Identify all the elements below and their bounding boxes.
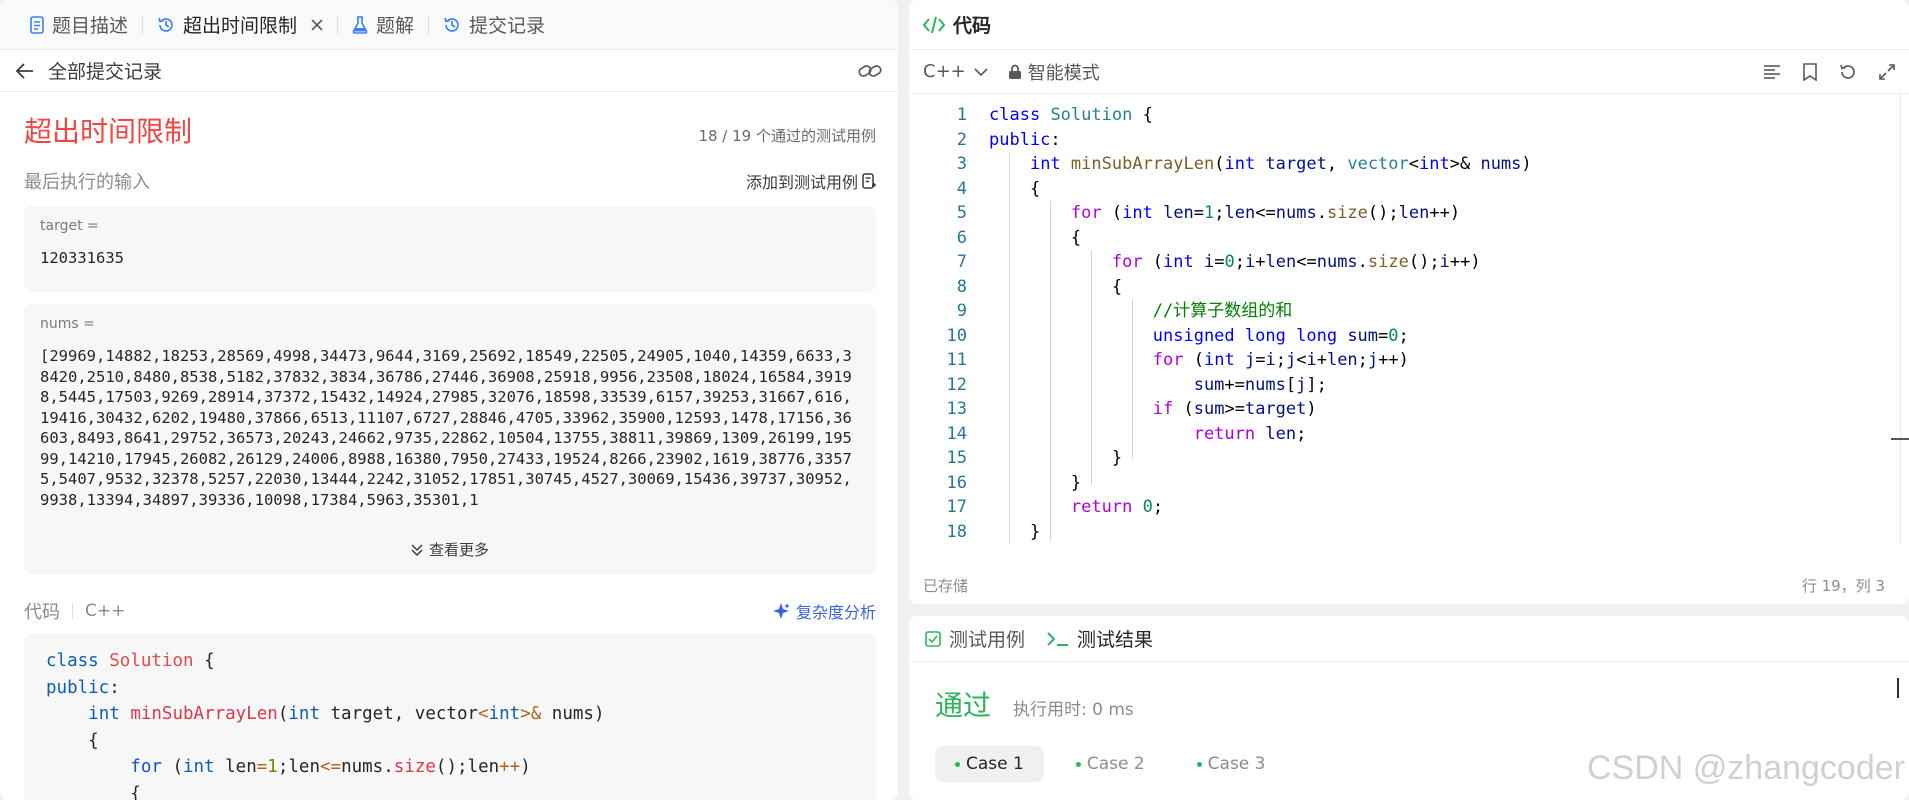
flask-icon [352, 15, 368, 34]
language-select[interactable]: C++ [923, 61, 988, 82]
submission-panel: 题目描述 超出时间限制 题解 提交记录 全部提交记录 超出时间限制 18 / 1… [0, 0, 898, 800]
submitted-code-block: class Solution { public: int minSubArray… [24, 634, 876, 800]
pass-count: 18 / 19 个通过的测试用例 [698, 127, 876, 145]
tab-description[interactable]: 题目描述 [20, 0, 138, 49]
reset-icon[interactable] [1839, 63, 1857, 81]
last-input-row: 最后执行的输入 添加到测试用例 [0, 150, 898, 194]
double-chevron-down-icon [411, 543, 423, 556]
all-submissions-link[interactable]: 全部提交记录 [48, 57, 162, 84]
cursor-position: 行 19，列 3 [1801, 576, 1885, 595]
testcases-label: 测试用例 [949, 629, 1026, 651]
smart-mode-label: 智能模式 [1027, 62, 1100, 84]
test-tabs: 测试用例 测试结果 [909, 616, 1909, 662]
close-icon[interactable] [311, 18, 323, 31]
history-icon [157, 16, 175, 34]
tab-divider [428, 15, 430, 34]
target-value: 120331635 [40, 249, 124, 267]
saved-status: 已存储 [923, 576, 969, 595]
smart-mode-toggle[interactable]: 智能模式 [1008, 59, 1100, 85]
document-icon [30, 15, 44, 34]
pass-dot-icon [955, 761, 960, 767]
case-tab-2[interactable]: Case 2 [1056, 746, 1165, 782]
case-label: Case 3 [1207, 754, 1266, 774]
editor-title-bar: 代码 [909, 0, 1909, 50]
status-title: 超出时间限制 [24, 115, 193, 148]
tab-label: 超出时间限制 [183, 15, 298, 37]
tab-label: 提交记录 [469, 15, 546, 37]
pass-dot-icon [1196, 761, 1202, 767]
tab-solutions[interactable]: 题解 [342, 0, 424, 49]
editor-title: 代码 [953, 15, 992, 37]
complexity-label: 复杂度分析 [795, 603, 876, 622]
editor-code-area[interactable]: 1 class Solution { 2 public: 3 int minSubA… [909, 94, 1909, 544]
test-result-label: 测试结果 [1077, 629, 1154, 651]
case-label: Case 1 [966, 754, 1024, 774]
lock-icon [1008, 64, 1022, 80]
nums-input-box: nums = [29969,14882,18253,28569,4998,344… [24, 304, 876, 574]
last-input-label: 最后执行的输入 [24, 172, 150, 193]
editor-tools [1763, 62, 1895, 81]
result-status: 通过 [935, 689, 992, 722]
case-label: Case 2 [1086, 754, 1145, 774]
expand-icon[interactable] [1879, 63, 1895, 80]
add-to-testcase-button[interactable]: 添加到测试用例 [746, 169, 876, 193]
nums-label: nums = [40, 316, 95, 332]
back-arrow-icon[interactable] [16, 62, 34, 79]
code-label: 代码 [24, 602, 60, 623]
divider [72, 603, 73, 619]
result-scrollbar[interactable] [1897, 678, 1899, 698]
pass-dot-icon [1075, 761, 1081, 767]
result-summary: 通过 执行用时: 0 ms [909, 662, 1909, 724]
indent-guide [1050, 201, 1051, 541]
nums-value: [29969,14882,18253,28569,4998,34473,9644… [40, 347, 852, 509]
watermark: CSDN @zhangcoder [1587, 749, 1905, 787]
indent-guide [1091, 250, 1092, 485]
editor-toolbar: C++ 智能模式 [909, 50, 1909, 94]
add-to-testcase-label: 添加到测试用例 [745, 173, 858, 192]
tab-divider [337, 15, 339, 34]
share-link-icon[interactable] [858, 63, 882, 79]
tab-testcases[interactable]: 测试用例 [925, 625, 1025, 652]
submission-subbar: 全部提交记录 [0, 50, 898, 92]
tab-label: 题目描述 [52, 15, 129, 37]
target-input-box: target = 120331635 [24, 206, 876, 292]
code-editor-panel: 代码 C++ 智能模式 1 class Solution {2 public:… [909, 0, 1909, 604]
case-tab-3[interactable]: Case 3 [1177, 746, 1286, 782]
target-label: target = [40, 218, 99, 234]
sparkle-icon [772, 602, 790, 620]
tab-divider [142, 15, 144, 34]
tab-test-result[interactable]: 测试结果 [1047, 625, 1153, 652]
indent-guide [1009, 152, 1010, 544]
case-tab-1[interactable]: Case 1 [935, 746, 1044, 782]
execution-time: 执行用时: 0 ms [1013, 700, 1134, 720]
history-icon [443, 16, 461, 34]
language-value: C++ [923, 61, 966, 82]
terminal-icon [1047, 631, 1069, 647]
status-row: 超出时间限制 18 / 19 个通过的测试用例 [0, 92, 898, 150]
tab-time-limit[interactable]: 超出时间限制 [147, 0, 333, 49]
tab-label: 题解 [376, 15, 415, 37]
code-language: C++ [85, 601, 126, 621]
see-more-label: 查看更多 [428, 541, 489, 559]
checkbox-icon [925, 630, 941, 647]
code-icon [923, 16, 945, 34]
scroll-position-marker [1891, 438, 1909, 440]
bookmark-icon[interactable] [1803, 62, 1817, 81]
indent-guide [1132, 299, 1133, 459]
left-tab-bar: 题目描述 超出时间限制 题解 提交记录 [0, 0, 898, 50]
code-header: 代码 C++ 复杂度分析 [0, 574, 898, 624]
complexity-analysis-button[interactable]: 复杂度分析 [772, 599, 876, 623]
test-result-panel: 测试用例 测试结果 通过 执行用时: 0 ms Case 1 Case 2 Ca… [909, 616, 1909, 800]
chevron-down-icon [974, 67, 988, 77]
editor-scrollbar[interactable] [1900, 94, 1901, 544]
see-more-button[interactable]: 查看更多 [24, 539, 876, 560]
editor-status-bar: 已存储 行 19，列 3 [909, 566, 1909, 604]
tab-submissions[interactable]: 提交记录 [433, 0, 555, 49]
add-document-icon [862, 173, 876, 189]
format-icon[interactable] [1763, 64, 1781, 80]
